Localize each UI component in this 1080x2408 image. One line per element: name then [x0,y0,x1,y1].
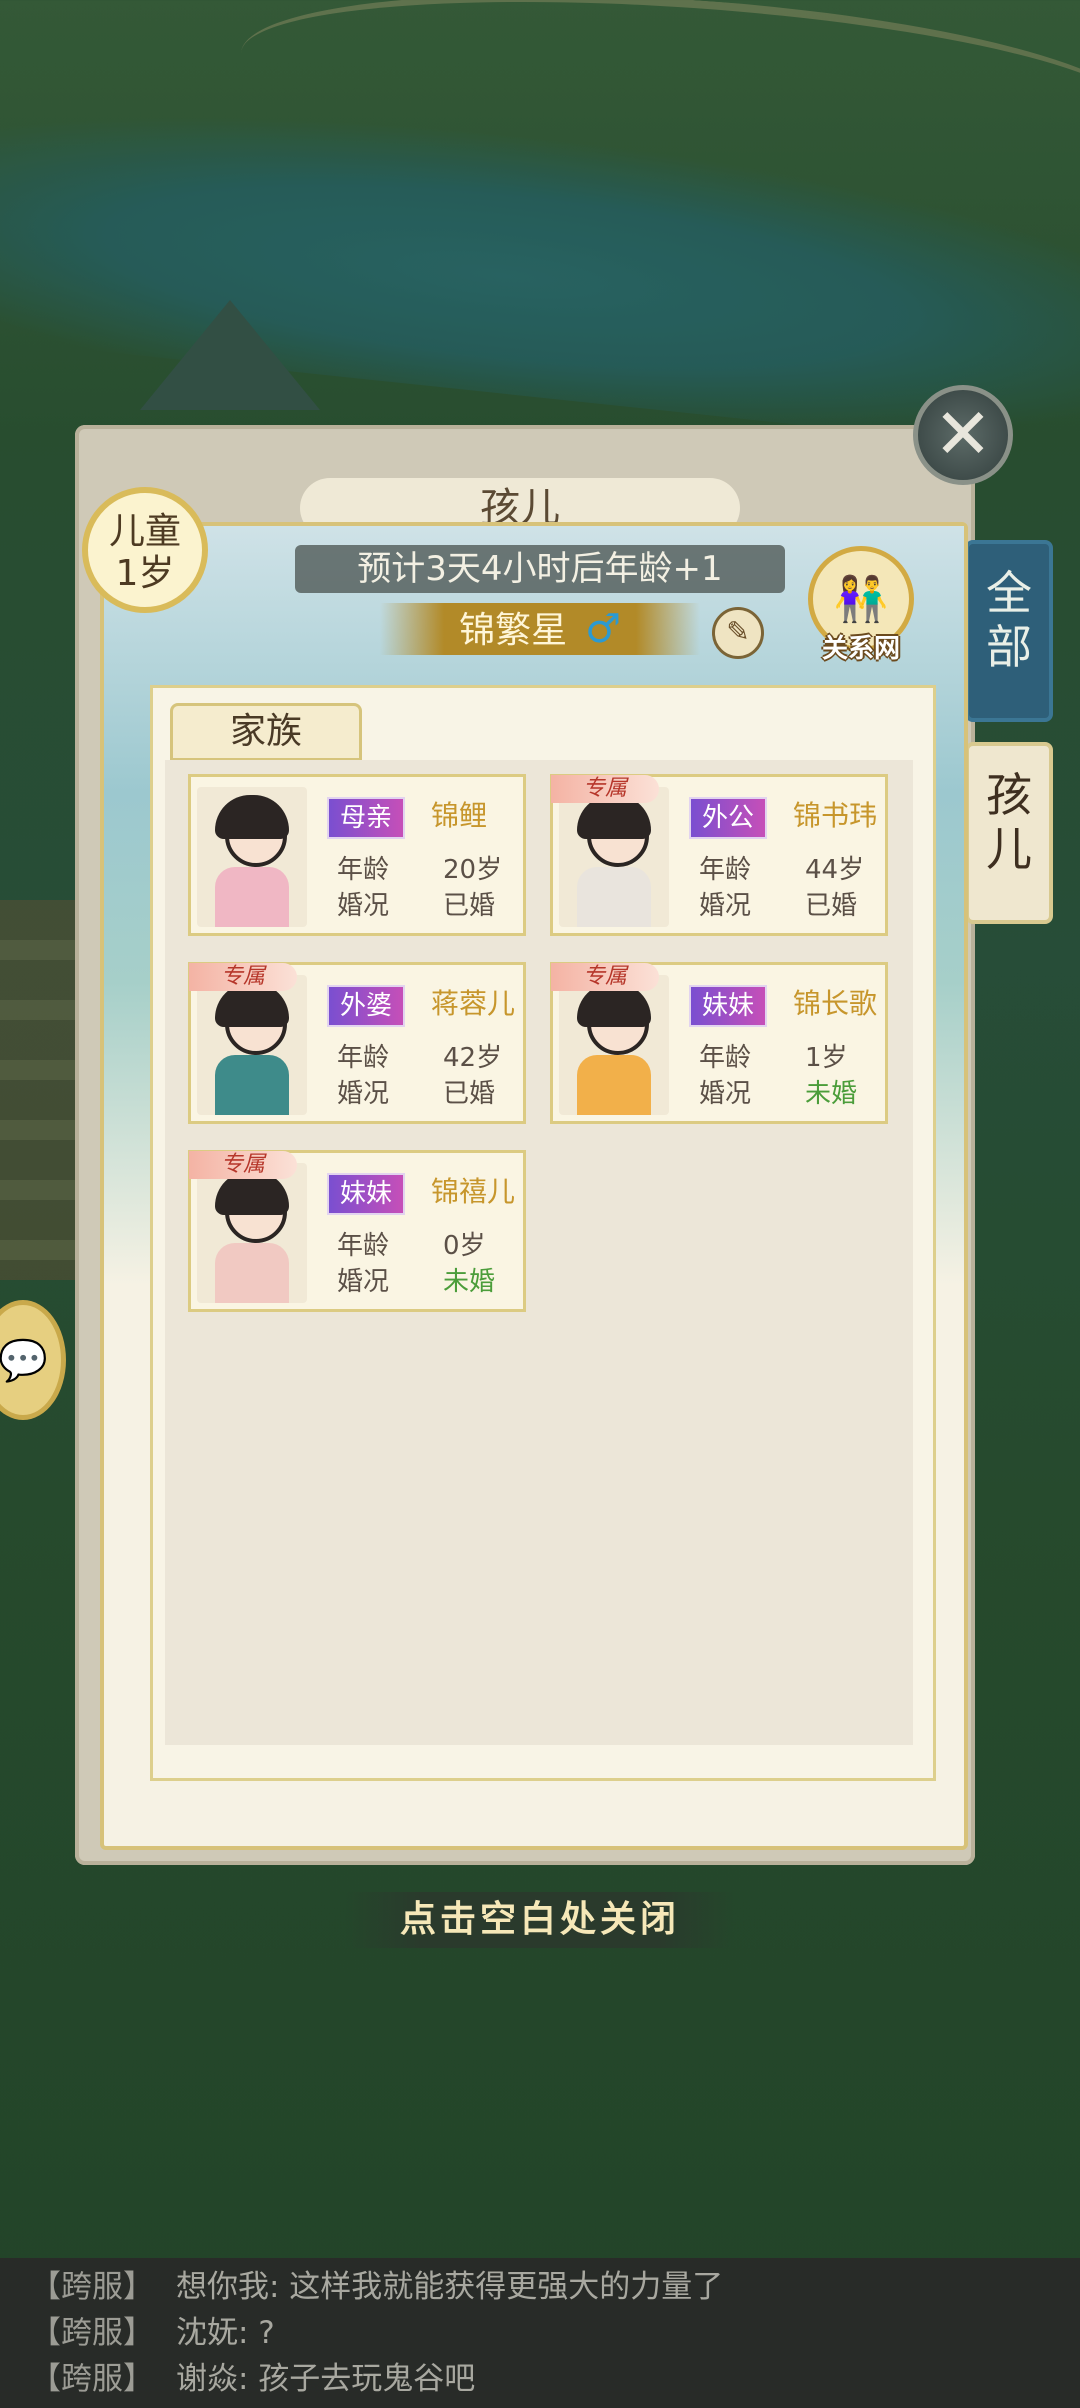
member-age: 1岁 [805,1043,848,1073]
member-name: 锦禧儿 [431,1175,516,1208]
member-marital: 已婚 [805,891,858,921]
marital-label: 婚况 [699,1079,752,1109]
tab-all[interactable]: 全部 [965,540,1053,722]
chat-server-tag: 【跨服】 [30,2315,154,2351]
marital-label: 婚况 [337,1267,390,1297]
relation-badge: 外公 [689,797,767,839]
chat-text: 想你我: 这样我就能获得更强大的力量了 [176,2269,724,2305]
direct-tag: 专属 [551,963,659,991]
close-hint: 点击空白处关闭 [345,1892,735,1948]
world-chat[interactable]: 【跨服】 想你我: 这样我就能获得更强大的力量了 【跨服】 沈妩: ? 【跨服】 谢焱: … [0,2258,1080,2408]
member-age: 0岁 [443,1231,486,1261]
age-timer: 预计3天4小时后年龄+1 [295,545,785,593]
tab-children[interactable]: 孩儿 [965,742,1053,924]
direct-tag: 专属 [189,963,297,991]
tab-family[interactable]: 家族 [170,703,362,761]
character-name-banner: 锦繁星 ♂ [380,603,700,655]
relations-button[interactable]: 👫 关系网 [806,546,916,666]
chat-text: 沈妩: ? [176,2315,275,2351]
member-age: 20岁 [443,855,503,885]
member-portrait [197,1163,307,1303]
chat-server-tag: 【跨服】 [30,2269,154,2305]
member-portrait [197,787,307,927]
member-portrait [197,975,307,1115]
stage-label: 儿童 [108,511,181,552]
chat-text: 谢焱: 孩子去玩鬼谷吧 [176,2361,476,2397]
family-member-card[interactable]: 专属妹妹 锦禧儿年龄 0岁婚况 未婚 [188,1150,526,1312]
member-marital: 已婚 [443,891,496,921]
chat-message: 【跨服】 沈妩: ? [30,2310,275,2356]
character-name: 锦繁星 [459,610,568,651]
age-label: 年龄 [337,1043,390,1073]
member-name: 锦鲤 [431,799,488,832]
member-marital: 未婚 [443,1267,496,1297]
direct-tag: 专属 [189,1151,297,1179]
marital-label: 婚况 [337,891,390,921]
member-marital: 未婚 [805,1079,858,1109]
member-age: 42岁 [443,1043,503,1073]
chat-server-tag: 【跨服】 [30,2361,154,2397]
family-member-list: 母亲 锦鲤 年龄 20岁 婚况 已婚 专属 外公 锦书玮 年龄 44岁 婚况 已婚 专属 外婆 蒋蓉儿 年龄 42… [165,760,913,1745]
chat-message: 【跨服】 想你我: 这样我就能获得更强大的力量了 [30,2264,723,2310]
age-label: 年龄 [337,855,390,885]
family-member-card[interactable]: 母亲 锦鲤年龄 20岁婚况 已婚 [188,774,526,936]
age-label: 年龄 [337,1231,390,1261]
member-name: 锦长歌 [793,987,878,1020]
relation-badge: 妹妹 [689,985,767,1027]
stage-age: 1岁 [115,553,175,594]
member-marital: 已婚 [443,1079,496,1109]
male-icon: ♂ [585,606,621,652]
close-icon[interactable]: ✕ [913,385,1013,485]
marital-label: 婚况 [337,1079,390,1109]
relation-badge: 外婆 [327,985,405,1027]
member-name: 锦书玮 [793,799,878,832]
family-member-card[interactable]: 专属外婆 蒋蓉儿年龄 42岁婚况 已婚 [188,962,526,1124]
family-member-card[interactable]: 专属妹妹 锦长歌年龄 1岁婚况 未婚 [550,962,888,1124]
chat-message: 【跨服】 谢焱: 孩子去玩鬼谷吧 [30,2356,475,2402]
life-stage-badge: 儿童 1岁 [82,487,208,613]
direct-tag: 专属 [551,775,659,803]
side-tabs: 全部 孩儿 [965,540,1053,944]
member-age: 44岁 [805,855,865,885]
member-portrait [559,787,669,927]
relation-badge: 母亲 [327,797,405,839]
age-label: 年龄 [699,1043,752,1073]
age-label: 年龄 [699,855,752,885]
family-member-card[interactable]: 专属外公 锦书玮年龄 44岁婚况 已婚 [550,774,888,936]
relation-badge: 妹妹 [327,1173,405,1215]
member-name: 蒋蓉儿 [431,987,516,1020]
marital-label: 婚况 [699,891,752,921]
member-portrait [559,975,669,1115]
brush-icon[interactable]: ✎ [712,607,764,659]
relations-label: 关系网 [821,634,900,664]
